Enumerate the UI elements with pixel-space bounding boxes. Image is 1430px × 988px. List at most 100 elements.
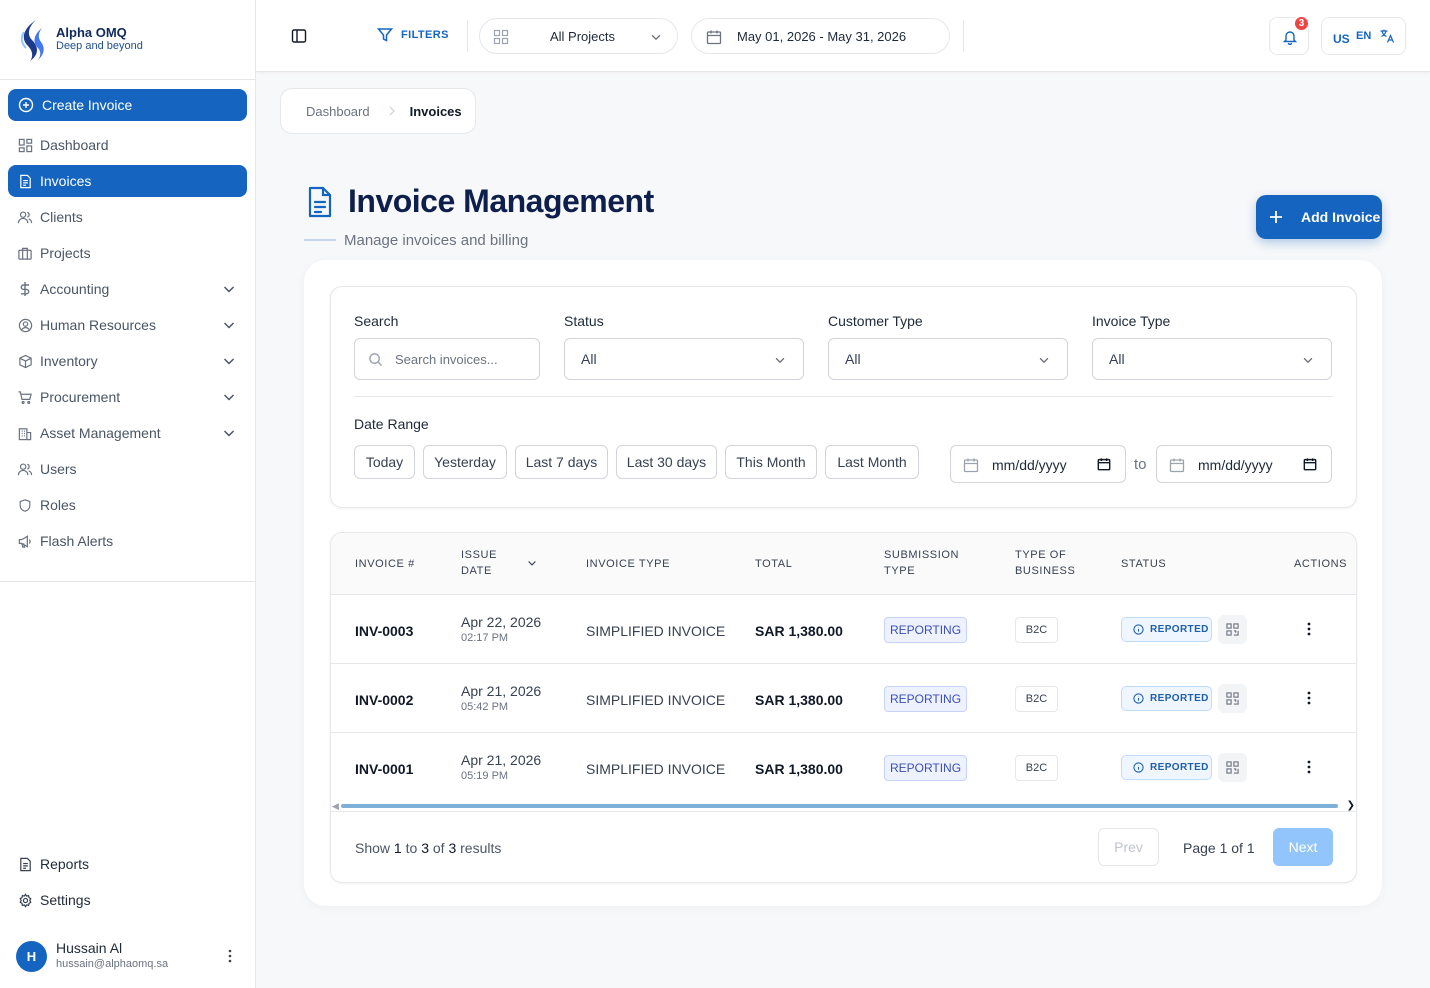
date-to-input[interactable]: mm/dd/yyyy (1156, 445, 1332, 483)
header-type-of-business[interactable]: TYPE OF BUSINESS (1015, 547, 1075, 579)
sidebar-item-users[interactable]: Users (8, 453, 247, 485)
date-from-value: mm/dd/yyyy (992, 457, 1067, 473)
results-show-word: Show (355, 840, 391, 856)
range-this-month-button[interactable]: This Month (725, 445, 817, 479)
sidebar-item-inventory[interactable]: Inventory (8, 345, 247, 377)
sidebar-item-label: Inventory (40, 353, 98, 369)
user-profile[interactable]: H Hussain Al hussain@alphaomq.sa (16, 936, 246, 976)
date-range-picker[interactable]: May 01, 2026 - May 31, 2026 (691, 18, 950, 54)
header-issue-date-line2: DATE (461, 565, 492, 577)
invoice-number[interactable]: INV-0003 (355, 623, 413, 639)
prev-page-button[interactable]: Prev (1098, 828, 1159, 866)
info-icon (1133, 624, 1144, 635)
table-header: INVOICE # ISSUE DATE INVOICE TYPE TOTAL … (331, 533, 1356, 595)
sort-chevron-down-icon[interactable] (526, 557, 538, 569)
header-submission-line1: SUBMISSION (884, 549, 960, 561)
submission-type-badge: REPORTING (884, 686, 967, 712)
results-total: 3 (448, 840, 457, 856)
table-row[interactable]: INV-0002 Apr 21, 2026 05:42 PM SIMPLIFIE… (331, 664, 1356, 733)
customer-type-select[interactable]: All (828, 338, 1068, 380)
qr-code-button[interactable] (1218, 753, 1247, 782)
qr-code-icon (1226, 623, 1239, 636)
search-input[interactable]: Search invoices... (354, 338, 540, 380)
invoice-type-select[interactable]: All (1092, 338, 1332, 380)
sidebar-item-projects[interactable]: Projects (8, 237, 247, 269)
filters-button[interactable]: FILTERS (377, 27, 449, 43)
range-last-month-button[interactable]: Last Month (825, 445, 919, 479)
range-yesterday-button[interactable]: Yesterday (423, 445, 507, 479)
sidebar-item-flash-alerts[interactable]: Flash Alerts (8, 525, 247, 557)
sidebar-item-label: Accounting (40, 281, 110, 297)
results-to-word: to (405, 840, 418, 856)
sidebar-item-procurement[interactable]: Procurement (8, 381, 247, 413)
issue-date-time: 02:17 PM (461, 632, 509, 644)
brand-name: Alpha OMQ (56, 25, 127, 40)
sidebar-item-settings[interactable]: Settings (8, 884, 247, 916)
issue-date-time: 05:19 PM (461, 770, 509, 782)
project-select[interactable]: All Projects (479, 18, 678, 54)
sidebar-item-asset-management[interactable]: Asset Management (8, 417, 247, 449)
header-invoice-type[interactable]: INVOICE TYPE (586, 556, 670, 572)
users-icon (17, 209, 33, 225)
chevron-down-icon (223, 358, 235, 365)
table-row[interactable]: INV-0003 Apr 22, 2026 02:17 PM SIMPLIFIE… (331, 595, 1356, 664)
business-type-badge: B2C (1015, 617, 1058, 643)
table-footer: Show 1 to 3 of 3 results Prev Page 1 of … (331, 811, 1356, 882)
language-switcher[interactable]: US EN (1321, 17, 1406, 55)
date-range-label: Date Range (354, 416, 429, 432)
sidebar-divider (0, 581, 256, 582)
chevron-down-icon (775, 357, 785, 364)
header-issue-date[interactable]: ISSUE DATE (461, 547, 497, 579)
horizontal-scrollbar[interactable]: ◀ ❯ (331, 800, 1356, 811)
more-vertical-icon[interactable] (1307, 760, 1311, 774)
invoice-number[interactable]: INV-0002 (355, 692, 413, 708)
topbar-separator (963, 20, 964, 52)
table-row[interactable]: INV-0001 Apr 21, 2026 05:19 PM SIMPLIFIE… (331, 733, 1356, 802)
create-invoice-button[interactable]: Create Invoice (8, 89, 247, 121)
invoice-number[interactable]: INV-0001 (355, 761, 413, 777)
date-from-input[interactable]: mm/dd/yyyy (950, 445, 1126, 483)
range-today-button[interactable]: Today (354, 445, 415, 479)
sidebar-item-reports[interactable]: Reports (8, 848, 247, 880)
sidebar-item-human-resources[interactable]: Human Resources (8, 309, 247, 341)
qr-code-button[interactable] (1218, 684, 1247, 713)
sidebar-item-label: Users (40, 461, 77, 477)
notifications-button[interactable]: 3 (1269, 15, 1310, 55)
header-invoice[interactable]: INVOICE # (355, 556, 415, 572)
header-total[interactable]: TOTAL (755, 556, 792, 572)
qr-code-button[interactable] (1218, 615, 1247, 644)
status-select[interactable]: All (564, 338, 804, 380)
plus-icon (1270, 211, 1282, 223)
breadcrumb-dashboard[interactable]: Dashboard (306, 104, 370, 119)
header-status[interactable]: STATUS (1121, 556, 1166, 572)
more-vertical-icon[interactable] (1307, 622, 1311, 636)
calendar-picker-icon[interactable] (1097, 457, 1111, 471)
users-icon (17, 461, 33, 477)
more-vertical-icon[interactable] (222, 948, 238, 964)
topbar-separator (467, 20, 468, 52)
range-last-7-days-button[interactable]: Last 7 days (515, 445, 608, 479)
add-invoice-button[interactable]: Add Invoice (1256, 195, 1382, 239)
brand-tagline: Deep and beyond (56, 40, 143, 52)
search-icon (369, 353, 383, 367)
header-issue-date-line1: ISSUE (461, 549, 498, 561)
next-page-button[interactable]: Next (1273, 828, 1333, 866)
sidebar-toggle-icon[interactable] (291, 28, 307, 44)
avatar: H (16, 940, 47, 972)
document-icon (308, 186, 332, 218)
calendar-picker-icon[interactable] (1303, 457, 1317, 471)
sidebar-item-accounting[interactable]: Accounting (8, 273, 247, 305)
brand[interactable]: Alpha OMQ Deep and beyond (0, 0, 255, 80)
sidebar-item-roles[interactable]: Roles (8, 489, 247, 521)
scroll-right-arrow-icon[interactable]: ❯ (1347, 800, 1355, 811)
range-last-30-days-button[interactable]: Last 30 days (616, 445, 717, 479)
scrollbar-thumb[interactable] (341, 804, 1338, 808)
more-vertical-icon[interactable] (1307, 691, 1311, 705)
header-submission-type[interactable]: SUBMISSION TYPE (884, 547, 959, 579)
header-business-line1: TYPE OF (1015, 549, 1067, 561)
sidebar-item-clients[interactable]: Clients (8, 201, 247, 233)
sidebar-item-dashboard[interactable]: Dashboard (8, 129, 247, 161)
sidebar-item-invoices[interactable]: Invoices (8, 165, 247, 197)
search-placeholder: Search invoices... (395, 352, 498, 367)
megaphone-icon (17, 533, 33, 549)
